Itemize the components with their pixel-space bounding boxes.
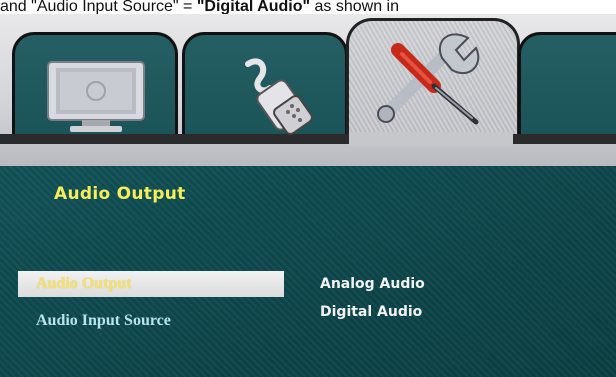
tools-icon [372,30,492,128]
option-value-analog-audio[interactable]: Analog Audio [320,276,425,292]
caption-prefix: and "Audio Input Source" = [0,0,197,15]
tv-icon [44,58,148,138]
osd-screen: Audio Output Audio Output Audio Input So… [0,14,616,377]
option-value-digital-audio[interactable]: Digital Audio [320,304,422,320]
tab-next[interactable] [518,32,616,137]
connector-icon [230,54,326,146]
menu-item-audio-input-source[interactable]: Audio Input Source [36,312,171,330]
caption-bold: "Digital Audio" [196,0,311,15]
menu-item-audio-output[interactable]: Audio Output [18,271,284,297]
menu-item-label: Audio Input Source [36,312,171,329]
menu-item-label: Audio Output [36,275,132,292]
tab-bar [0,14,616,166]
tab-active-gap [349,132,513,146]
section-title: Audio Output [54,184,186,204]
caption-suffix: as shown in [310,0,400,15]
